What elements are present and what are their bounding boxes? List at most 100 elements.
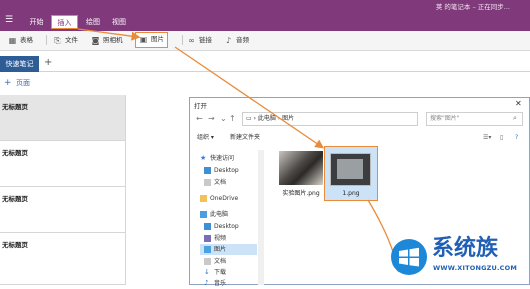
nav-downloads[interactable]: ↓ 下载: [204, 267, 226, 278]
file-item-selected[interactable]: 1.png: [324, 146, 378, 201]
page-title: 无标题页: [2, 241, 28, 249]
windows-logo-icon: [391, 239, 427, 275]
nav-label: OneDrive: [210, 195, 239, 202]
insert-link-label: 链接: [199, 36, 212, 44]
file-name: 实验图片.png: [282, 190, 320, 197]
file-thumbnail: [330, 153, 371, 186]
tab-draw[interactable]: 绘图: [82, 15, 104, 29]
plus-icon: +: [4, 78, 12, 88]
paperclip-icon: ⎘: [54, 35, 61, 45]
nav-label: 视频: [214, 235, 227, 242]
music-icon: ♪: [204, 279, 209, 287]
file-name: 1.png: [342, 190, 360, 197]
page-item[interactable]: 无标题页: [0, 233, 125, 285]
nav-scrollbar[interactable]: [258, 150, 264, 285]
nav-label: 此电脑: [210, 211, 229, 218]
nav-documents[interactable]: 文档: [204, 177, 226, 188]
download-icon: ↓: [204, 268, 210, 276]
nav-videos[interactable]: 视频: [204, 233, 226, 244]
section-tab-quick-notes[interactable]: 快速笔记: [0, 56, 39, 72]
nav-label: 音乐: [214, 280, 227, 287]
watermark-url: WWW.XITONGZU.COM: [433, 264, 518, 272]
watermark: 系统族 WWW.XITONGZU.COM: [384, 232, 530, 285]
view-options-icon[interactable]: ☰▾: [483, 132, 491, 143]
ribbon: [0, 31, 530, 51]
insert-table-label: 表格: [20, 36, 33, 44]
address-bar[interactable]: ▭ › 此电脑 › 图片: [242, 112, 418, 126]
page-title: 无标题页: [2, 149, 28, 157]
chevron-down-icon[interactable]: ⌄: [220, 114, 227, 123]
add-page-label: 页面: [16, 79, 30, 87]
organize-label: 组织: [197, 134, 210, 141]
tab-insert[interactable]: 插入: [51, 15, 78, 29]
new-folder-button[interactable]: 新建文件夹: [230, 132, 260, 143]
video-icon: [204, 235, 211, 242]
computer-icon: [200, 211, 207, 218]
search-icon: ⌕: [513, 114, 517, 122]
insert-link-button[interactable]: ∞ 链接: [187, 33, 212, 47]
section-bar: [0, 56, 530, 72]
search-input[interactable]: 搜索"图片": [426, 112, 523, 126]
window-title: 荚 的笔记本 – 正在同步...: [435, 3, 510, 11]
nav-label: 快速访问: [210, 155, 235, 162]
nav-label: Desktop: [214, 167, 239, 174]
page-item[interactable]: 无标题页: [0, 141, 125, 187]
desktop-icon: [204, 223, 211, 230]
tab-home[interactable]: 开始: [24, 15, 49, 29]
nav-desktop[interactable]: Desktop: [204, 165, 239, 176]
link-icon: ∞: [188, 35, 195, 45]
file-item[interactable]: 实验图片.png: [275, 148, 327, 198]
computer-icon: ▭: [246, 115, 252, 122]
breadcrumb-this-pc[interactable]: 此电脑: [258, 115, 276, 122]
file-thumbnail: [279, 151, 323, 185]
page-item[interactable]: 无标题页: [0, 95, 125, 141]
insert-audio-button[interactable]: ♪ 音频: [224, 33, 249, 47]
watermark-brand: 系统族: [432, 236, 499, 261]
breadcrumb-pictures[interactable]: 图片: [282, 115, 294, 122]
nav-label: 文档: [214, 179, 227, 186]
insert-picture-button[interactable]: ▣ 图片: [135, 32, 168, 48]
up-arrow-icon[interactable]: ↑: [229, 114, 236, 123]
nav-pictures[interactable]: 图片: [200, 244, 257, 255]
insert-camera-label: 照相机: [103, 36, 123, 44]
hamburger-menu-icon[interactable]: ☰: [5, 16, 14, 25]
insert-camera-button[interactable]: ◙ 照相机: [91, 33, 123, 47]
page-title: 无标题页: [2, 103, 28, 111]
microphone-icon: ♪: [225, 35, 232, 45]
insert-table-button[interactable]: ▦ 表格: [8, 33, 33, 47]
insert-picture-label: 图片: [151, 35, 164, 43]
table-icon: ▦: [8, 35, 17, 45]
star-icon: ★: [200, 154, 207, 162]
page-title: 无标题页: [2, 195, 28, 203]
nav-desktop-2[interactable]: Desktop: [204, 221, 239, 232]
preview-pane-icon[interactable]: ▯: [500, 132, 503, 143]
ribbon-divider: [46, 35, 47, 45]
nav-this-pc[interactable]: 此电脑: [200, 209, 228, 220]
page-item[interactable]: 无标题页: [0, 187, 125, 233]
help-icon[interactable]: ?: [515, 132, 518, 143]
camera-icon: ◙: [91, 35, 100, 45]
nav-documents-2[interactable]: 文档: [204, 256, 226, 267]
nav-label: 文档: [214, 258, 227, 265]
organize-button[interactable]: 组织 ▾: [197, 132, 214, 143]
add-section-button[interactable]: +: [44, 56, 52, 70]
add-page-button[interactable]: + 页面: [4, 78, 30, 88]
picture-icon: [204, 246, 211, 253]
nav-quick-access[interactable]: ★ 快速访问: [200, 153, 234, 164]
nav-label: 图片: [214, 246, 227, 253]
insert-audio-label: 音频: [236, 36, 249, 44]
cloud-icon: [200, 195, 207, 202]
nav-label: Desktop: [214, 223, 239, 230]
document-icon: [204, 179, 211, 186]
nav-music[interactable]: ♪ 音乐: [204, 278, 226, 289]
desktop-icon: [204, 167, 211, 174]
forward-arrow-icon[interactable]: →: [208, 114, 215, 123]
dialog-title: 打开: [194, 102, 207, 110]
insert-file-label: 文件: [65, 36, 78, 44]
nav-onedrive[interactable]: OneDrive: [200, 193, 238, 204]
close-icon[interactable]: ✕: [515, 99, 522, 108]
nav-label: 下载: [214, 269, 227, 276]
tab-view[interactable]: 视图: [108, 15, 130, 29]
back-arrow-icon[interactable]: ←: [196, 114, 203, 123]
insert-file-button[interactable]: ⎘ 文件: [53, 33, 78, 47]
